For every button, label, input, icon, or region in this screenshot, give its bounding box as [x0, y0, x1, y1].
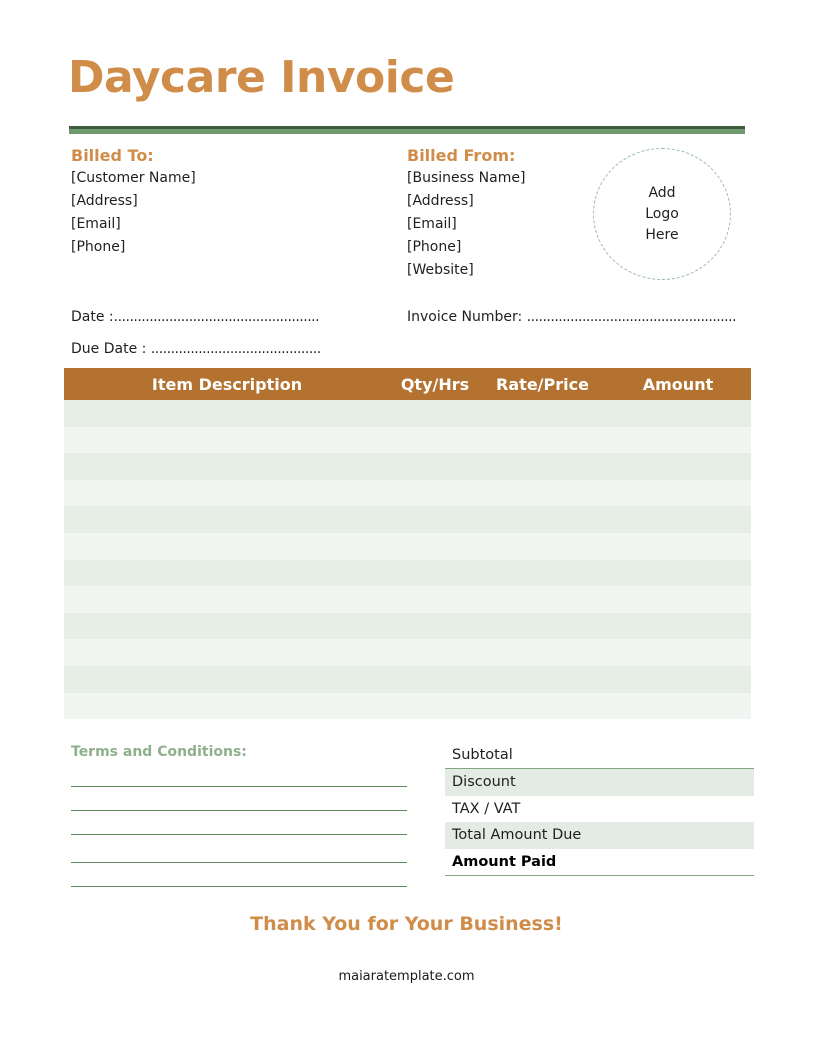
subtotal-row: Subtotal [445, 742, 754, 769]
date-value[interactable]: ........................................… [114, 309, 320, 325]
invoice-title: Daycare Invoice [68, 52, 455, 103]
business-website-field[interactable]: [Website] [407, 259, 525, 282]
table-row[interactable] [64, 639, 751, 666]
invoice-number-field[interactable]: Invoice Number: ........................… [407, 309, 737, 325]
table-row[interactable] [64, 400, 751, 427]
terms-line[interactable] [71, 811, 407, 835]
column-header-amount: Amount [642, 374, 714, 394]
table-row[interactable] [64, 506, 751, 533]
items-table-header: Item Description Qty/Hrs Rate/Price Amou… [64, 368, 751, 400]
business-address-field[interactable]: [Address] [407, 190, 525, 213]
header-divider [69, 126, 745, 134]
due-date-value[interactable]: ........................................… [151, 341, 321, 357]
thank-you-message: Thank You for Your Business! [250, 913, 563, 935]
column-header-rate-price: Rate/Price [496, 374, 589, 394]
table-row[interactable] [64, 586, 751, 613]
terms-line[interactable] [71, 787, 407, 811]
billed-to-heading: Billed To: [71, 146, 154, 165]
date-label: Date : [71, 309, 114, 325]
totals-section: Subtotal Discount TAX / VAT Total Amount… [445, 742, 754, 876]
items-table: Item Description Qty/Hrs Rate/Price Amou… [64, 368, 751, 720]
table-row[interactable] [64, 665, 751, 693]
customer-address-field[interactable]: [Address] [71, 190, 196, 213]
divider-light-band [69, 129, 745, 134]
table-row[interactable] [64, 559, 751, 587]
terms-line[interactable] [71, 764, 407, 787]
logo-placeholder-text-3: Here [645, 226, 679, 243]
items-table-body [64, 400, 751, 720]
logo-placeholder[interactable]: Add Logo Here [593, 148, 731, 280]
terms-lines [71, 764, 407, 887]
terms-section: Terms and Conditions: [71, 744, 407, 887]
column-header-qty-hrs: Qty/Hrs [400, 374, 470, 394]
customer-email-field[interactable]: [Email] [71, 213, 196, 236]
terms-line[interactable] [71, 835, 407, 863]
terms-heading: Terms and Conditions: [71, 744, 247, 760]
total-amount-due-row: Total Amount Due [445, 822, 754, 850]
due-date-field[interactable]: Due Date : .............................… [71, 341, 321, 357]
table-row[interactable] [64, 479, 751, 507]
terms-line[interactable] [71, 863, 407, 887]
table-row[interactable] [64, 532, 751, 560]
business-phone-field[interactable]: [Phone] [407, 236, 525, 259]
invoice-number-value[interactable]: ........................................… [527, 309, 737, 325]
business-name-field[interactable]: [Business Name] [407, 167, 525, 190]
customer-phone-field[interactable]: [Phone] [71, 236, 196, 259]
table-row[interactable] [64, 692, 751, 720]
column-header-item-description: Item Description [151, 374, 303, 394]
business-email-field[interactable]: [Email] [407, 213, 525, 236]
customer-name-field[interactable]: [Customer Name] [71, 167, 196, 190]
website-footer: maiaratemplate.com [338, 969, 475, 984]
table-row[interactable] [64, 612, 751, 640]
due-date-label: Due Date : [71, 341, 147, 357]
billed-from-heading: Billed From: [407, 146, 516, 165]
table-row[interactable] [64, 426, 751, 454]
discount-row: Discount [445, 768, 754, 796]
billed-from-section: Billed From: [Business Name] [Address] [… [407, 145, 525, 282]
table-row[interactable] [64, 453, 751, 480]
billed-to-section: Billed To: [Customer Name] [Address] [Em… [71, 145, 196, 259]
date-field[interactable]: Date :..................................… [71, 309, 320, 325]
tax-row: TAX / VAT [452, 800, 521, 817]
logo-placeholder-text-2: Logo [645, 205, 679, 222]
invoice-number-label: Invoice Number: [407, 309, 523, 325]
amount-paid-row: Amount Paid [445, 849, 754, 876]
logo-placeholder-text-1: Add [648, 184, 676, 201]
